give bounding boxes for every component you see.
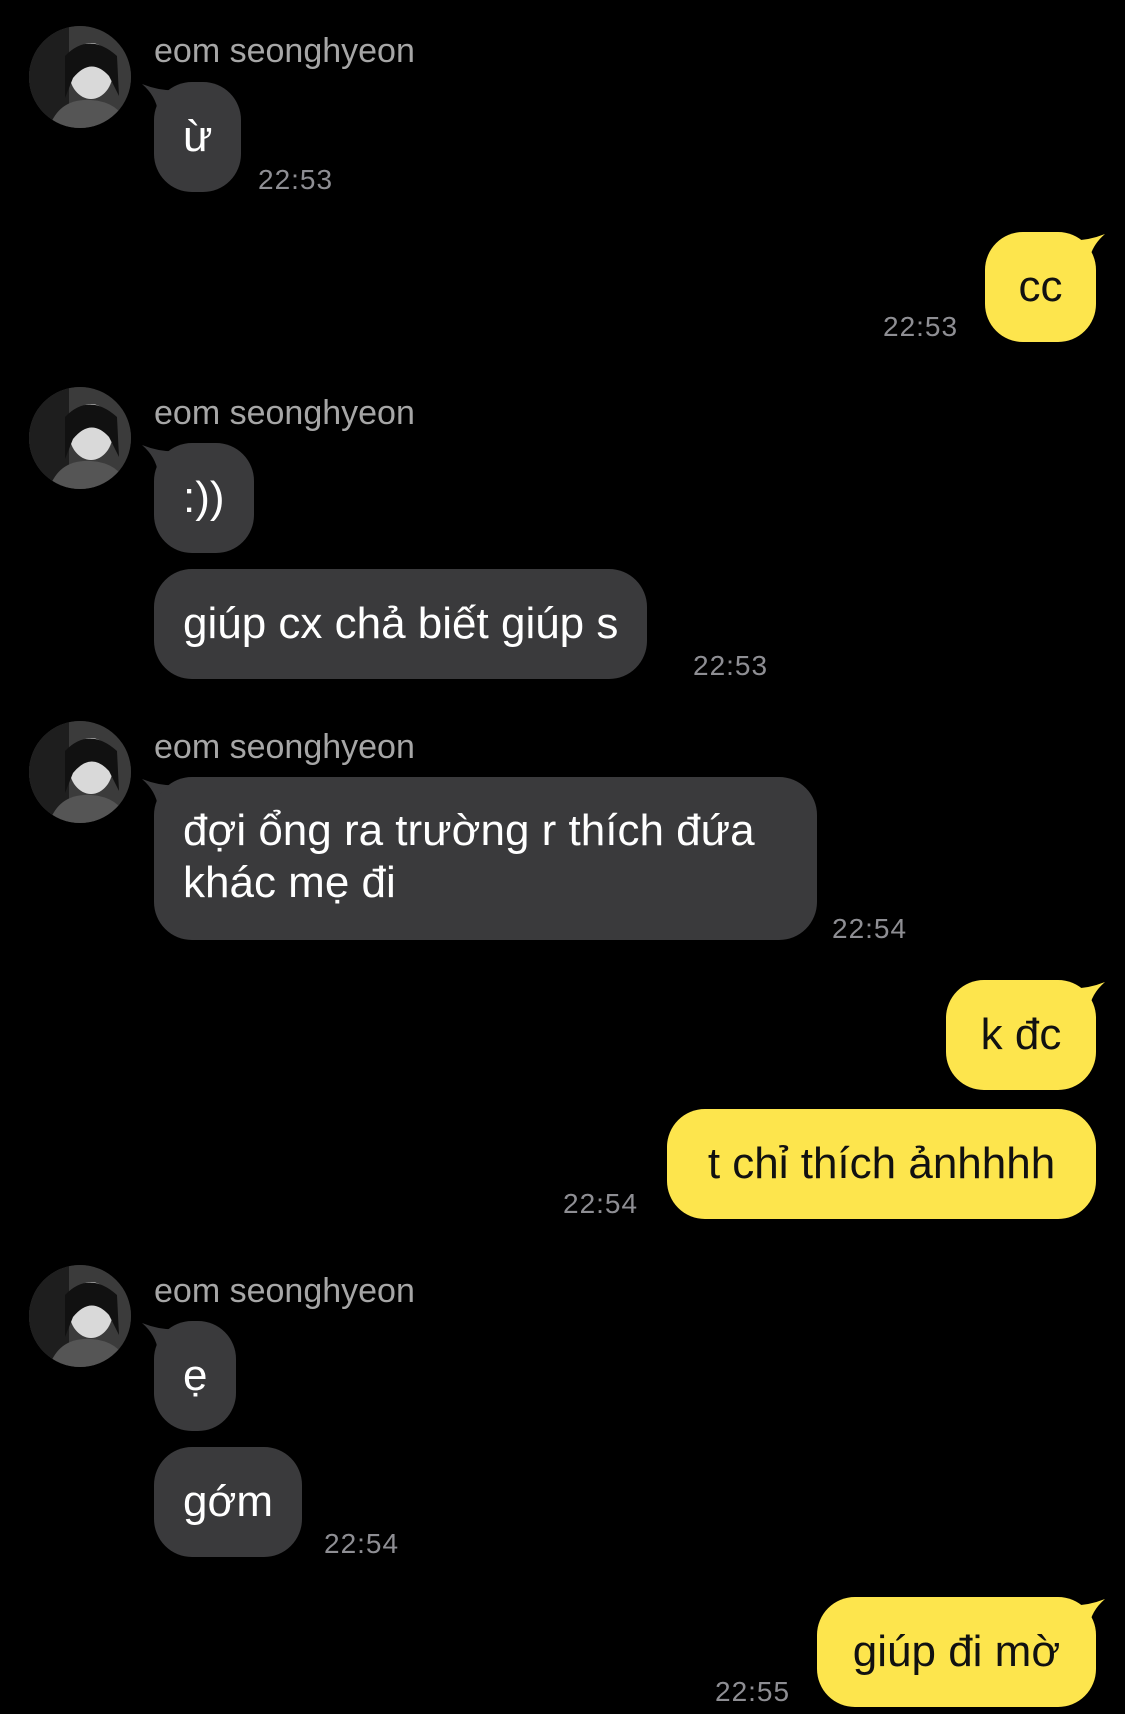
- message-time: 22:54: [324, 1528, 400, 1559]
- message-bubble[interactable]: ẹ: [154, 1321, 237, 1431]
- avatar[interactable]: [29, 26, 131, 128]
- message-time: 22:54: [832, 913, 908, 944]
- avatar-photo-icon: [29, 26, 131, 128]
- message-bubble[interactable]: k đc: [946, 980, 1096, 1090]
- sender-name: eom seonghyeon: [154, 1272, 415, 1310]
- avatar-photo-icon: [29, 387, 131, 489]
- message-time: 22:54: [563, 1188, 639, 1219]
- sender-name: eom seonghyeon: [154, 32, 415, 70]
- message-bubble[interactable]: đợi ổng ra trường r thích đứa khác mẹ đi: [154, 777, 817, 940]
- avatar[interactable]: [29, 387, 131, 489]
- message-time: 22:53: [258, 164, 334, 195]
- sender-name: eom seonghyeon: [154, 394, 415, 432]
- message-time: 22:55: [715, 1676, 791, 1707]
- message-bubble[interactable]: cc: [985, 232, 1096, 342]
- message-bubble[interactable]: giúp cx chả biết giúp s: [154, 569, 648, 679]
- message-time: 22:53: [883, 311, 959, 342]
- message-bubble[interactable]: ừ: [154, 82, 242, 192]
- sender-name: eom seonghyeon: [154, 728, 415, 766]
- avatar[interactable]: [29, 1265, 131, 1367]
- message-time: 22:53: [693, 650, 769, 681]
- message-bubble[interactable]: gớm: [154, 1447, 302, 1557]
- avatar-photo-icon: [29, 1265, 131, 1367]
- message-bubble[interactable]: t chỉ thích ảnhhhh: [667, 1109, 1096, 1219]
- avatar-photo-icon: [29, 721, 131, 823]
- message-bubble[interactable]: giúp đi mờ: [817, 1597, 1096, 1707]
- avatar[interactable]: [29, 721, 131, 823]
- message-bubble[interactable]: :)): [154, 443, 254, 553]
